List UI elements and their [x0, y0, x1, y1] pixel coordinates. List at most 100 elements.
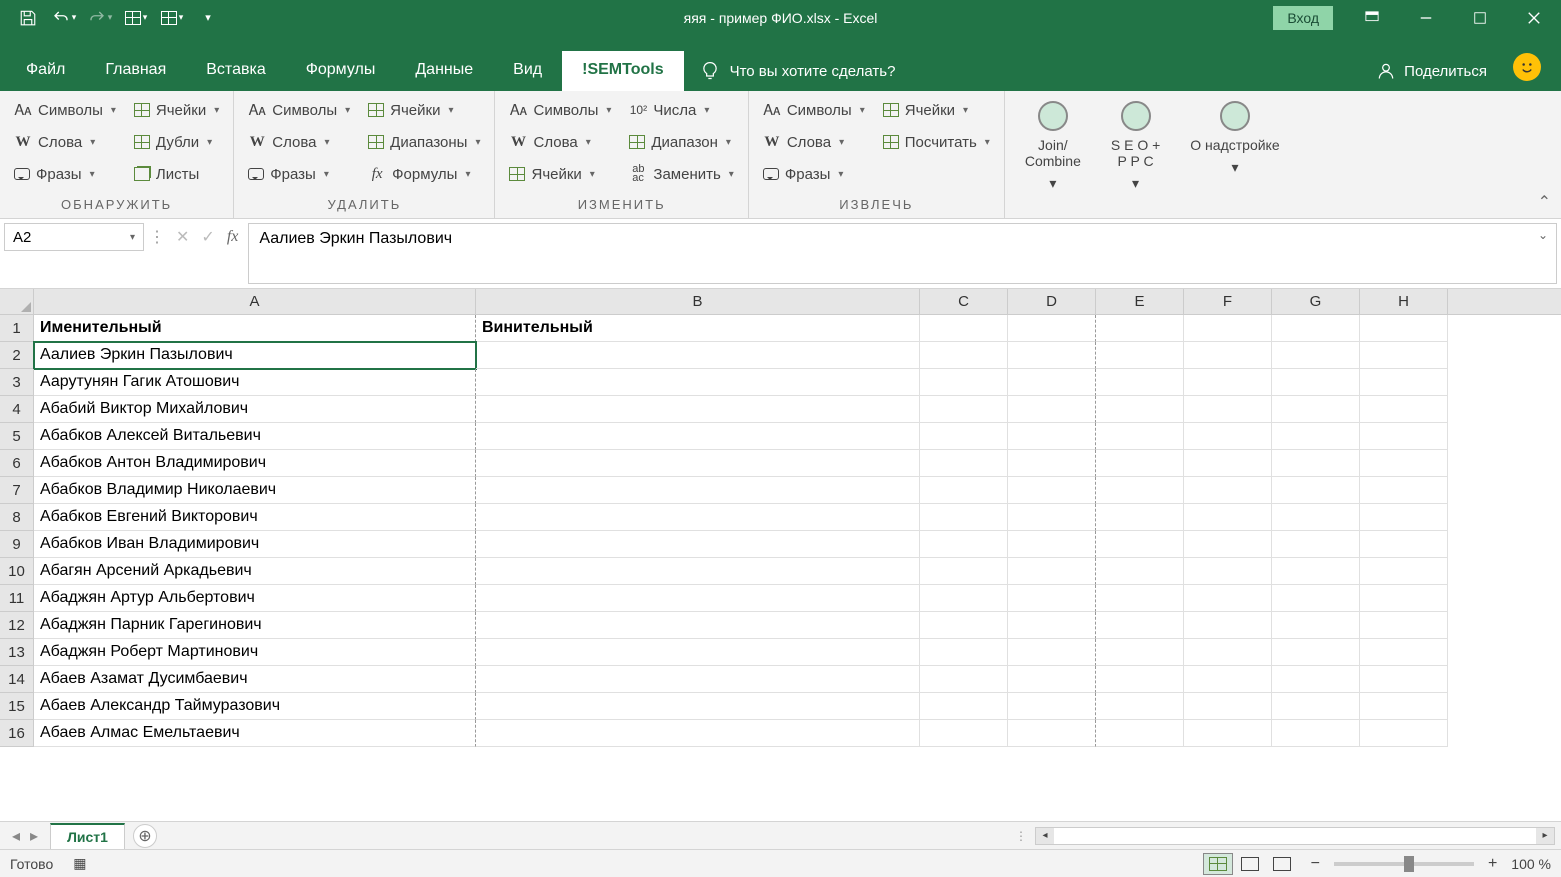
- cell[interactable]: Именительный: [34, 315, 476, 342]
- cell[interactable]: [1096, 423, 1184, 450]
- cell[interactable]: [1008, 612, 1096, 639]
- select-all-corner[interactable]: [0, 289, 34, 314]
- name-box[interactable]: A2 ▾: [4, 223, 144, 251]
- minimize-icon[interactable]: [1399, 0, 1453, 35]
- cell[interactable]: [920, 450, 1008, 477]
- cell[interactable]: [920, 639, 1008, 666]
- cell[interactable]: Аарутунян Гагик Атошович: [34, 369, 476, 396]
- cell[interactable]: [920, 396, 1008, 423]
- tab-file[interactable]: Файл: [6, 51, 85, 91]
- expand-formula-icon[interactable]: ⌄: [1538, 228, 1548, 242]
- row-header[interactable]: 6: [0, 450, 34, 477]
- cell[interactable]: [476, 342, 920, 369]
- row-header[interactable]: 10: [0, 558, 34, 585]
- formula-bar-grip[interactable]: ⋮: [148, 219, 166, 255]
- delete-formulas-button[interactable]: fxФормулы▾: [360, 159, 488, 189]
- cell[interactable]: [1008, 342, 1096, 369]
- cell[interactable]: [1272, 693, 1360, 720]
- cell[interactable]: Абабий Виктор Михайлович: [34, 396, 476, 423]
- cell[interactable]: Абаджян Парник Гарегинович: [34, 612, 476, 639]
- cell[interactable]: [1184, 612, 1272, 639]
- cell[interactable]: [1008, 666, 1096, 693]
- zoom-level[interactable]: 100 %: [1511, 856, 1551, 872]
- row-header[interactable]: 8: [0, 504, 34, 531]
- cell[interactable]: [920, 315, 1008, 342]
- row-header[interactable]: 1: [0, 315, 34, 342]
- scroll-left-icon[interactable]: ◂: [1036, 828, 1054, 844]
- cell[interactable]: [1360, 423, 1448, 450]
- row-header[interactable]: 11: [0, 585, 34, 612]
- change-symbols-button[interactable]: 🗛Символы▾: [501, 95, 619, 125]
- delete-phrases-button[interactable]: Фразы▾: [240, 159, 358, 189]
- cell[interactable]: [1096, 558, 1184, 585]
- cell[interactable]: [1184, 720, 1272, 747]
- row-header[interactable]: 5: [0, 423, 34, 450]
- cell[interactable]: [1096, 315, 1184, 342]
- cell[interactable]: [476, 504, 920, 531]
- cell[interactable]: [1360, 531, 1448, 558]
- cell[interactable]: [1360, 720, 1448, 747]
- cell[interactable]: [1360, 639, 1448, 666]
- share-button[interactable]: Поделиться: [1358, 51, 1505, 91]
- row-header[interactable]: 9: [0, 531, 34, 558]
- sheet-prev-icon[interactable]: ◂: [8, 826, 24, 846]
- cell[interactable]: [1184, 396, 1272, 423]
- cell[interactable]: [1184, 585, 1272, 612]
- cell[interactable]: Абаев Александр Таймуразович: [34, 693, 476, 720]
- cell[interactable]: [920, 531, 1008, 558]
- cell[interactable]: [476, 531, 920, 558]
- extract-phrases-button[interactable]: Фразы▾: [755, 159, 873, 189]
- tab-formulas[interactable]: Формулы: [286, 51, 396, 91]
- seo-ppc-button[interactable]: S E O + P P C▾: [1097, 95, 1174, 198]
- cell[interactable]: [1272, 639, 1360, 666]
- cell[interactable]: [476, 558, 920, 585]
- cell[interactable]: [476, 450, 920, 477]
- change-replace-button[interactable]: abacЗаменить▾: [621, 159, 741, 189]
- cell[interactable]: [1184, 558, 1272, 585]
- cell[interactable]: [1096, 504, 1184, 531]
- cell[interactable]: [1360, 369, 1448, 396]
- tab-view[interactable]: Вид: [493, 51, 562, 91]
- cell[interactable]: [1272, 342, 1360, 369]
- cell[interactable]: Абабков Евгений Викторович: [34, 504, 476, 531]
- column-header[interactable]: C: [920, 289, 1008, 314]
- cell[interactable]: [1360, 693, 1448, 720]
- cell[interactable]: [1096, 639, 1184, 666]
- cell[interactable]: [1096, 720, 1184, 747]
- column-header[interactable]: F: [1184, 289, 1272, 314]
- row-header[interactable]: 14: [0, 666, 34, 693]
- fx-icon[interactable]: fx: [227, 228, 239, 246]
- cell[interactable]: [1008, 558, 1096, 585]
- change-range-button[interactable]: Диапазон▾: [621, 127, 741, 157]
- cell[interactable]: Абаджян Артур Альбертович: [34, 585, 476, 612]
- row-header[interactable]: 13: [0, 639, 34, 666]
- cell[interactable]: [1360, 612, 1448, 639]
- maximize-icon[interactable]: [1453, 0, 1507, 35]
- detect-words-button[interactable]: WСлова▾: [6, 127, 124, 157]
- column-header[interactable]: G: [1272, 289, 1360, 314]
- delete-ranges-button[interactable]: Диапазоны▾: [360, 127, 488, 157]
- detect-cells-button[interactable]: Ячейки▾: [126, 95, 227, 125]
- tab-home[interactable]: Главная: [85, 51, 186, 91]
- cell[interactable]: Аалиев Эркин Пазылович: [34, 342, 476, 369]
- login-button[interactable]: Вход: [1273, 6, 1333, 30]
- extract-words-button[interactable]: WСлова▾: [755, 127, 873, 157]
- row-header[interactable]: 16: [0, 720, 34, 747]
- cell[interactable]: [1184, 315, 1272, 342]
- row-header[interactable]: 3: [0, 369, 34, 396]
- page-layout-view-icon[interactable]: [1235, 853, 1265, 875]
- cell[interactable]: [920, 585, 1008, 612]
- cell[interactable]: [476, 612, 920, 639]
- cell[interactable]: [1272, 396, 1360, 423]
- about-addin-button[interactable]: О надстройке▾: [1176, 95, 1293, 198]
- cell[interactable]: [920, 477, 1008, 504]
- horizontal-scrollbar[interactable]: ◂ ▸: [1035, 827, 1555, 845]
- cell[interactable]: [476, 693, 920, 720]
- cell[interactable]: [1360, 315, 1448, 342]
- cell[interactable]: [1184, 666, 1272, 693]
- cell[interactable]: [1184, 477, 1272, 504]
- cell[interactable]: [920, 558, 1008, 585]
- sheet-next-icon[interactable]: ▸: [26, 826, 42, 846]
- cell[interactable]: [920, 720, 1008, 747]
- cancel-icon[interactable]: ✕: [176, 227, 189, 247]
